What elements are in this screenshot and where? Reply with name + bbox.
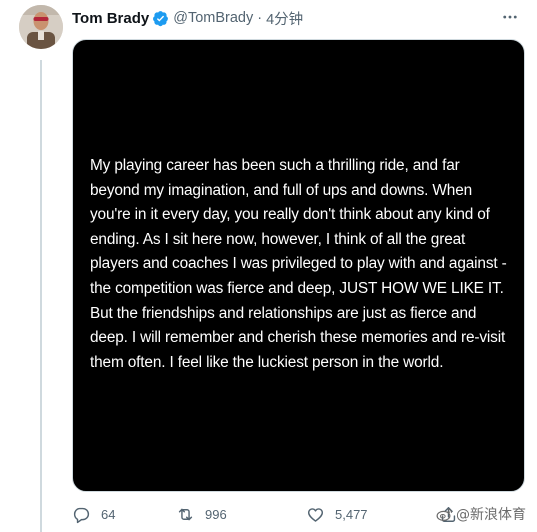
like-button[interactable]: 5,477 [306, 503, 368, 525]
statement-line: ending. As I sit here now, however, I th… [90, 230, 466, 248]
avatar[interactable] [19, 5, 63, 49]
display-name[interactable]: Tom Brady [72, 10, 149, 27]
retweet-icon [178, 508, 193, 520]
thread-line [40, 60, 42, 532]
like-count: 5,477 [335, 506, 368, 522]
more-options-button[interactable] [499, 6, 521, 28]
verified-badge-icon [153, 10, 169, 26]
statement-line: the competition was fierce and deep, JUS… [90, 279, 504, 297]
statement-line: you're in it every day, you really don't… [90, 206, 490, 224]
statement-line: them often. I feel like the luckiest per… [90, 353, 444, 371]
tweet: Tom Brady @TomBrady · 4分钟 My playing car… [0, 0, 537, 532]
statement-text: My playing career has been such a thrill… [90, 154, 520, 375]
weibo-watermark: @新浪体育 [436, 504, 526, 524]
heart-icon [307, 507, 324, 522]
reply-icon [73, 507, 90, 523]
handle[interactable]: @TomBrady [173, 10, 253, 26]
statement-line: My playing career has been such a thrill… [90, 157, 460, 174]
statement-line: deep. I will remember and cherish these … [90, 329, 506, 347]
reply-button[interactable]: 64 [72, 503, 115, 525]
tweet-header: Tom Brady @TomBrady · 4分钟 [72, 7, 303, 29]
separator-dot: · [257, 10, 263, 26]
weibo-logo-icon [436, 508, 452, 521]
statement-line: beyond my imagination, and full of ups a… [90, 181, 473, 199]
more-options-icon [503, 15, 517, 19]
reply-count: 64 [101, 506, 116, 522]
tweet-image[interactable]: My playing career has been such a thrill… [72, 39, 525, 492]
timestamp[interactable]: 4分钟 [266, 8, 303, 29]
avatar-photo [19, 5, 63, 49]
retweet-button[interactable]: 996 [176, 503, 227, 525]
retweet-count: 996 [205, 506, 227, 522]
statement-line: But the friendships and relationships ar… [90, 304, 477, 322]
statement-line: players and coaches I was privileged to … [90, 255, 507, 273]
watermark-text: @新浪体育 [456, 507, 526, 523]
